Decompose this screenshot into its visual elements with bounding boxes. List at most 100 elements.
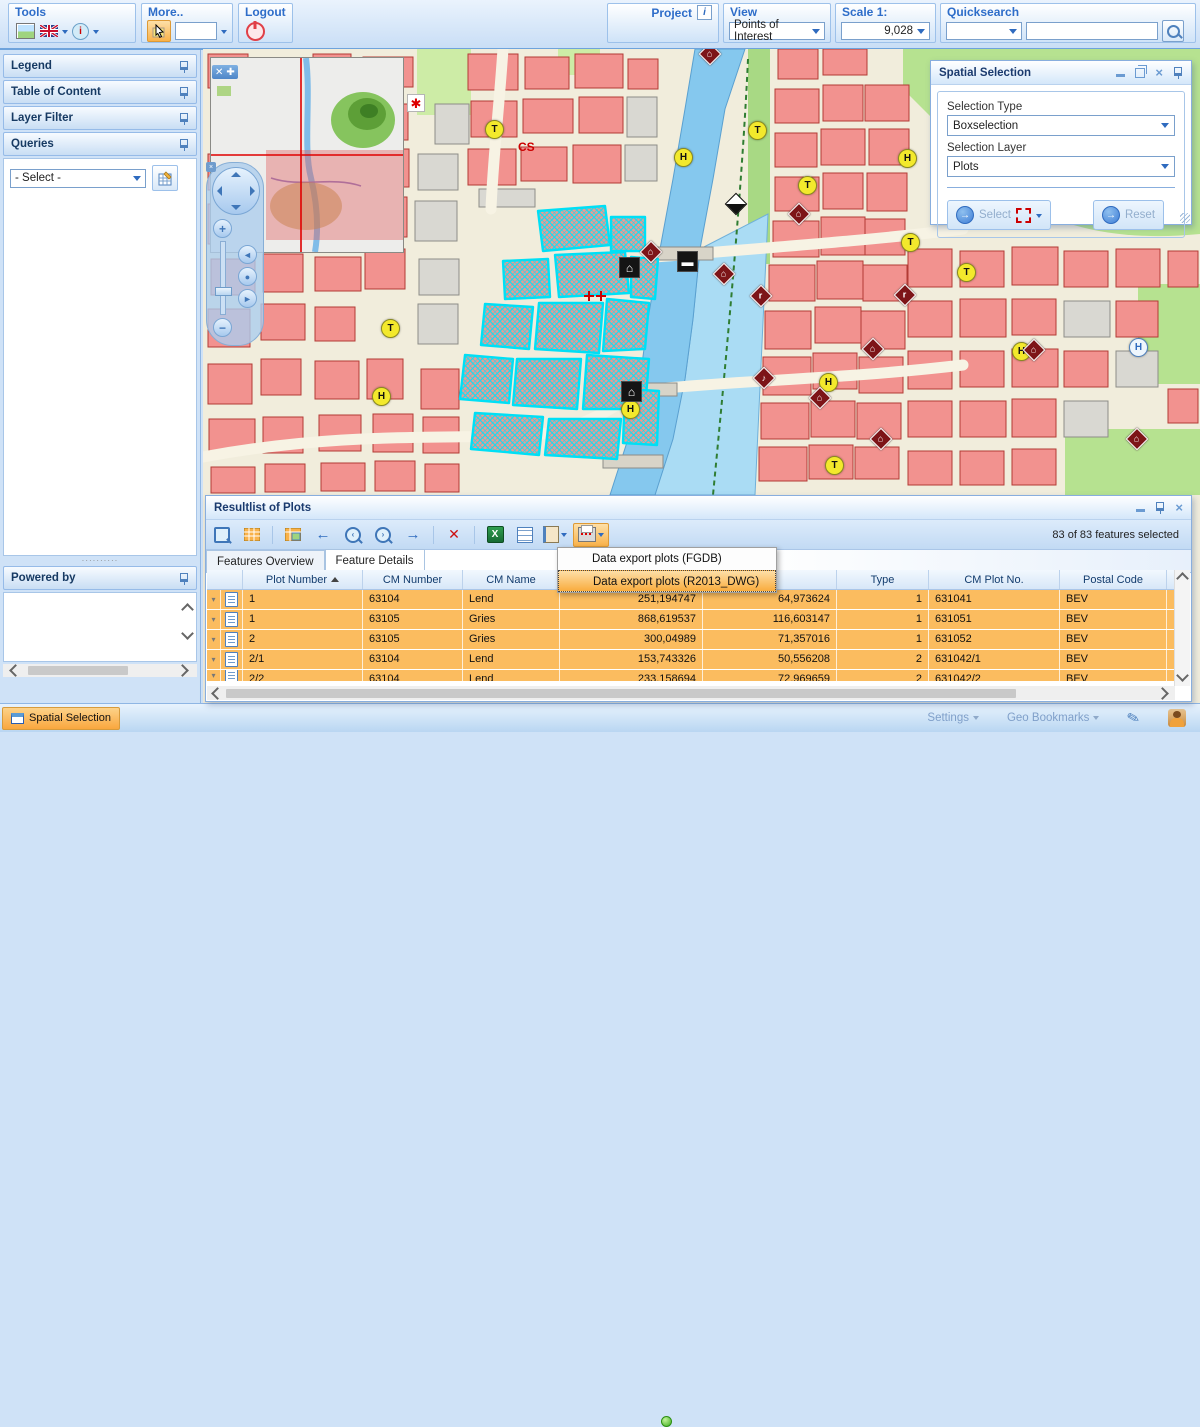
- pin-icon[interactable]: [179, 86, 189, 99]
- scroll-down-icon[interactable]: [181, 627, 194, 640]
- table-cell[interactable]: 2: [243, 630, 363, 649]
- table-cell[interactable]: 868,619537: [560, 610, 703, 629]
- close-icon[interactable]: ×: [1155, 68, 1163, 78]
- reset-button[interactable]: → Reset: [1093, 200, 1164, 230]
- poi-marker-t[interactable]: T: [748, 121, 767, 140]
- quicksearch-button[interactable]: [1162, 20, 1184, 42]
- settings-menu[interactable]: Settings: [927, 712, 979, 724]
- zoom-next-button[interactable]: ›: [371, 524, 395, 546]
- scale-select[interactable]: 9,028: [841, 22, 930, 40]
- show-table-button[interactable]: [240, 524, 264, 546]
- zoom-slider-handle[interactable]: [215, 287, 232, 296]
- table-row[interactable]: ▾163105Gries868,619537116,6031471631051B…: [207, 610, 1175, 630]
- table-cell[interactable]: 63104: [363, 650, 463, 669]
- more-combo[interactable]: [175, 22, 217, 40]
- table-cell[interactable]: BEV: [1060, 630, 1167, 649]
- scroll-left-icon[interactable]: [211, 687, 224, 700]
- table-cell[interactable]: 1: [837, 630, 929, 649]
- table-cell[interactable]: 1: [837, 610, 929, 629]
- zoom-slider-track[interactable]: [220, 241, 226, 315]
- select-options-caret[interactable]: [1036, 214, 1042, 221]
- quicksearch-input[interactable]: [1026, 22, 1158, 40]
- table-cell[interactable]: Lend: [463, 650, 560, 669]
- table-cell[interactable]: 300,04989: [560, 630, 703, 649]
- pin-icon[interactable]: [179, 112, 189, 125]
- table-row[interactable]: ▾263105Gries300,0498971,3570161631052BEV: [207, 630, 1175, 650]
- next-record-button[interactable]: →: [401, 524, 425, 546]
- data-export-button[interactable]: [573, 523, 609, 547]
- table-cell[interactable]: 2: [837, 670, 929, 681]
- poi-marker-t[interactable]: T: [957, 263, 976, 282]
- row-expander[interactable]: ▾: [207, 650, 221, 669]
- table-cell[interactable]: 631052: [929, 630, 1060, 649]
- row-expander[interactable]: ▾: [207, 590, 221, 609]
- quicksearch-category-select[interactable]: [946, 22, 1022, 40]
- table-cell[interactable]: 116,603147: [703, 610, 837, 629]
- sidebar-splitter[interactable]: ··········: [2, 556, 198, 564]
- feature-doc-icon[interactable]: [225, 652, 238, 667]
- nav-collapse-icon[interactable]: ×: [206, 162, 216, 172]
- select-button[interactable]: → Select: [947, 200, 1051, 230]
- poi-marker-t[interactable]: T: [485, 120, 504, 139]
- poi-square-marker[interactable]: ▬: [677, 251, 698, 272]
- pan-right-icon[interactable]: [250, 186, 255, 196]
- row-icon-cell[interactable]: [221, 650, 243, 669]
- sidebar-hscrollbar[interactable]: [3, 664, 197, 677]
- poi-marker-h[interactable]: H: [898, 149, 917, 168]
- table-cell[interactable]: 2: [837, 650, 929, 669]
- sidebar-panel-header-table-of-content[interactable]: Table of Content: [3, 80, 197, 104]
- close-icon[interactable]: ×: [1175, 503, 1183, 513]
- geo-bookmarks-menu[interactable]: Geo Bookmarks: [1007, 712, 1099, 724]
- print-map-button[interactable]: [14, 21, 36, 41]
- pin-icon[interactable]: [1155, 501, 1165, 514]
- poi-square-marker[interactable]: ⌂: [621, 381, 642, 402]
- project-info-icon[interactable]: i: [697, 5, 712, 20]
- powered-by-header[interactable]: Powered by: [3, 566, 197, 590]
- table-cell[interactable]: 631041: [929, 590, 1060, 609]
- feature-doc-icon[interactable]: [225, 632, 238, 647]
- excel-export-button[interactable]: X: [483, 524, 507, 546]
- header-cell-Postal Code[interactable]: Postal Code: [1060, 570, 1167, 589]
- table-cell[interactable]: 153,743326: [560, 650, 703, 669]
- poi-marker-t[interactable]: T: [901, 233, 920, 252]
- zoom-to-selection-button[interactable]: [210, 524, 234, 546]
- clear-selection-button[interactable]: ✕: [442, 524, 466, 546]
- poi-square-marker[interactable]: ⌂: [619, 257, 640, 278]
- view-select[interactable]: Points of Interest: [729, 22, 825, 40]
- pan-left-icon[interactable]: [217, 186, 222, 196]
- restore-icon[interactable]: [1135, 68, 1145, 78]
- table-vscrollbar[interactable]: [1174, 570, 1190, 686]
- table-cell[interactable]: 631051: [929, 610, 1060, 629]
- table-row[interactable]: ▾163104Lend251,19474764,9736241631041BEV: [207, 590, 1175, 610]
- row-icon-cell[interactable]: [221, 670, 243, 681]
- info-balloon-icon[interactable]: i: [72, 23, 89, 40]
- feature-doc-icon[interactable]: [225, 592, 238, 607]
- minimize-icon[interactable]: [1116, 74, 1125, 77]
- header-cell-CM Name[interactable]: CM Name: [463, 570, 560, 589]
- table-cell[interactable]: 63104: [363, 670, 463, 681]
- query-select[interactable]: - Select -: [10, 169, 146, 188]
- header-cell-CM Plot No.[interactable]: CM Plot No.: [929, 570, 1060, 589]
- pen-icon[interactable]: ✎: [1125, 708, 1142, 729]
- previous-record-button[interactable]: ←: [311, 524, 335, 546]
- language-dropdown-caret[interactable]: [62, 30, 68, 37]
- pin-icon[interactable]: [179, 572, 189, 585]
- info-dropdown-caret[interactable]: [93, 30, 99, 37]
- zoom-out-button[interactable]: −: [213, 318, 232, 337]
- theater-marker[interactable]: [725, 193, 748, 216]
- table-cell[interactable]: 233,158694: [560, 670, 703, 681]
- header-cell-CM Number[interactable]: CM Number: [363, 570, 463, 589]
- scroll-right-icon[interactable]: [1156, 687, 1169, 700]
- table-cell[interactable]: 63105: [363, 610, 463, 629]
- poi-marker-t[interactable]: T: [825, 456, 844, 475]
- poi-diamond-marker[interactable]: r: [894, 284, 917, 307]
- table-cell[interactable]: BEV: [1060, 670, 1167, 681]
- scroll-right-icon[interactable]: [176, 664, 189, 677]
- table-cell[interactable]: 50,556208: [703, 650, 837, 669]
- table-hscrollbar[interactable]: [207, 686, 1175, 700]
- table-cell[interactable]: 1: [243, 590, 363, 609]
- logout-button[interactable]: [244, 21, 266, 41]
- row-expander[interactable]: ▾: [207, 630, 221, 649]
- selection-layer-select[interactable]: Plots: [947, 156, 1175, 177]
- notebook-button[interactable]: [543, 524, 567, 546]
